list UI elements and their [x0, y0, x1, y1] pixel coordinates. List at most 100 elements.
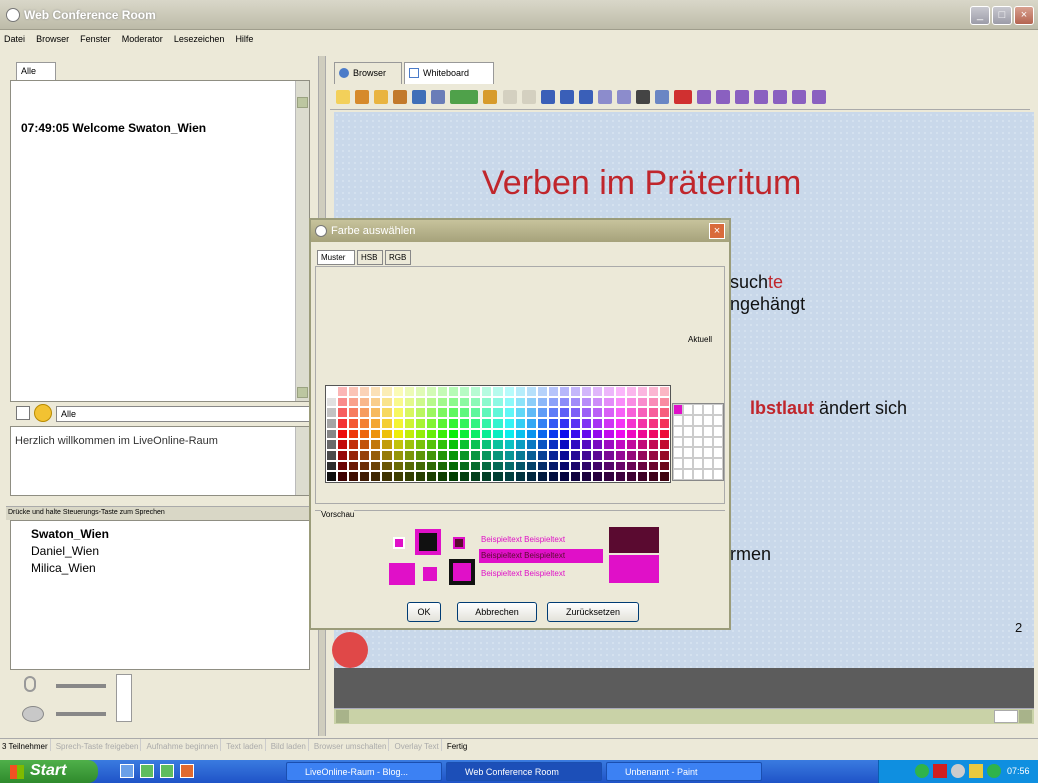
palette-swatch[interactable]	[547, 471, 560, 482]
palette-swatch[interactable]	[570, 471, 582, 482]
palette-swatch[interactable]	[547, 439, 560, 450]
undo-icon[interactable]	[502, 90, 517, 104]
recent-swatch[interactable]	[673, 414, 683, 426]
palette-swatch[interactable]	[470, 407, 482, 418]
palette-swatch[interactable]	[547, 386, 560, 397]
palette-swatch[interactable]	[481, 428, 493, 440]
menu-file[interactable]: Datei	[0, 30, 29, 44]
palette-swatch[interactable]	[514, 450, 526, 461]
palette-swatch[interactable]	[381, 460, 393, 472]
palette-swatch[interactable]	[381, 418, 393, 429]
palette-swatch[interactable]	[436, 439, 449, 450]
palette-swatch[interactable]	[559, 460, 571, 472]
palette-swatch[interactable]	[348, 396, 360, 408]
palette-swatch[interactable]	[392, 460, 404, 472]
mic-volume-slider[interactable]	[56, 684, 106, 688]
palette-swatch[interactable]	[470, 471, 482, 482]
palette-swatch[interactable]	[370, 407, 382, 418]
palette-swatch[interactable]	[603, 407, 615, 418]
tab-browser[interactable]: Browser	[334, 62, 402, 84]
palette-swatch[interactable]	[359, 428, 371, 440]
palette-swatch[interactable]	[425, 460, 437, 472]
task-paint[interactable]: Unbenannt - Paint	[606, 762, 762, 781]
recent-swatch[interactable]	[703, 458, 713, 470]
palette-swatch[interactable]	[370, 439, 382, 450]
palette-swatch[interactable]	[592, 428, 604, 440]
recent-swatch[interactable]	[713, 447, 723, 459]
palette-swatch[interactable]	[536, 428, 548, 440]
palette-swatch[interactable]	[381, 439, 393, 450]
palette-swatch[interactable]	[503, 407, 515, 418]
palette-swatch[interactable]	[547, 450, 560, 461]
palette-swatch[interactable]	[536, 450, 548, 461]
reset-button[interactable]: Zurücksetzen	[547, 602, 639, 622]
palette-swatch[interactable]	[359, 450, 371, 461]
palette-swatch[interactable]	[348, 471, 360, 482]
palette-swatch[interactable]	[658, 418, 670, 429]
recent-swatch[interactable]	[673, 447, 683, 459]
prev-page-icon[interactable]	[540, 90, 555, 104]
recent-swatch[interactable]	[693, 436, 703, 448]
recent-swatch[interactable]	[703, 404, 713, 415]
palette-swatch[interactable]	[581, 428, 593, 440]
palette-swatch[interactable]	[592, 396, 604, 408]
image-icon[interactable]	[431, 90, 446, 104]
palette-swatch[interactable]	[425, 428, 437, 440]
palette-swatch[interactable]	[536, 407, 548, 418]
palette-swatch[interactable]	[625, 418, 637, 429]
palette-swatch[interactable]	[448, 471, 460, 482]
palette-swatch[interactable]	[536, 471, 548, 482]
palette-swatch[interactable]	[481, 418, 493, 429]
palette-swatch[interactable]	[514, 460, 526, 472]
palette-swatch[interactable]	[492, 471, 504, 482]
recent-colors[interactable]	[672, 403, 724, 481]
eraser-icon[interactable]	[811, 90, 826, 104]
palette-swatch[interactable]	[337, 471, 349, 482]
chat-scrollbar[interactable]	[295, 81, 309, 401]
palette-swatch[interactable]	[492, 439, 504, 450]
antivirus-icon[interactable]	[933, 764, 947, 778]
palette-swatch[interactable]	[359, 407, 371, 418]
palette-swatch[interactable]	[647, 471, 659, 482]
input-scrollbar[interactable]	[295, 427, 309, 495]
palette-swatch[interactable]	[503, 439, 515, 450]
open-icon[interactable]	[355, 90, 370, 104]
palette-swatch[interactable]	[370, 396, 382, 408]
palette-swatch[interactable]	[625, 460, 637, 472]
palette-swatch[interactable]	[359, 439, 371, 450]
palette-swatch[interactable]	[514, 439, 526, 450]
palette-swatch[interactable]	[492, 386, 504, 397]
palette-swatch[interactable]	[381, 407, 393, 418]
palette-swatch[interactable]	[492, 407, 504, 418]
tab-whiteboard[interactable]: Whiteboard	[404, 62, 494, 84]
palette-swatch[interactable]	[603, 418, 615, 429]
palette-swatch[interactable]	[359, 418, 371, 429]
quicklaunch-desktop-icon[interactable]	[140, 764, 154, 778]
horizontal-scrollbar[interactable]	[334, 708, 1034, 724]
palette-swatch[interactable]	[459, 396, 471, 408]
palette-swatch[interactable]	[503, 450, 515, 461]
palette-swatch[interactable]	[337, 386, 349, 397]
palette-swatch[interactable]	[581, 471, 593, 482]
menu-help[interactable]: Hilfe	[231, 30, 257, 44]
palette-swatch[interactable]	[614, 396, 626, 408]
palette-swatch[interactable]	[326, 396, 338, 408]
palette-swatch[interactable]	[647, 396, 659, 408]
palette-swatch[interactable]	[658, 396, 670, 408]
palette-swatch[interactable]	[559, 439, 571, 450]
palette-swatch[interactable]	[570, 428, 582, 440]
palette-swatch[interactable]	[392, 418, 404, 429]
pen-icon[interactable]	[716, 90, 731, 104]
palette-swatch[interactable]	[658, 386, 670, 397]
palette-swatch[interactable]	[636, 407, 648, 418]
chat-input[interactable]: Herzlich willkommen im LiveOnline-Raum	[10, 426, 310, 496]
palette-swatch[interactable]	[425, 471, 437, 482]
palette-swatch[interactable]	[403, 471, 415, 482]
participant-item[interactable]: Swaton_Wien	[31, 527, 109, 541]
palette-swatch[interactable]	[337, 460, 349, 472]
palette-swatch[interactable]	[492, 428, 504, 440]
palette-swatch[interactable]	[392, 428, 404, 440]
palette-swatch[interactable]	[492, 396, 504, 408]
palette-swatch[interactable]	[481, 386, 493, 397]
scroll-right-icon[interactable]	[1019, 710, 1032, 723]
